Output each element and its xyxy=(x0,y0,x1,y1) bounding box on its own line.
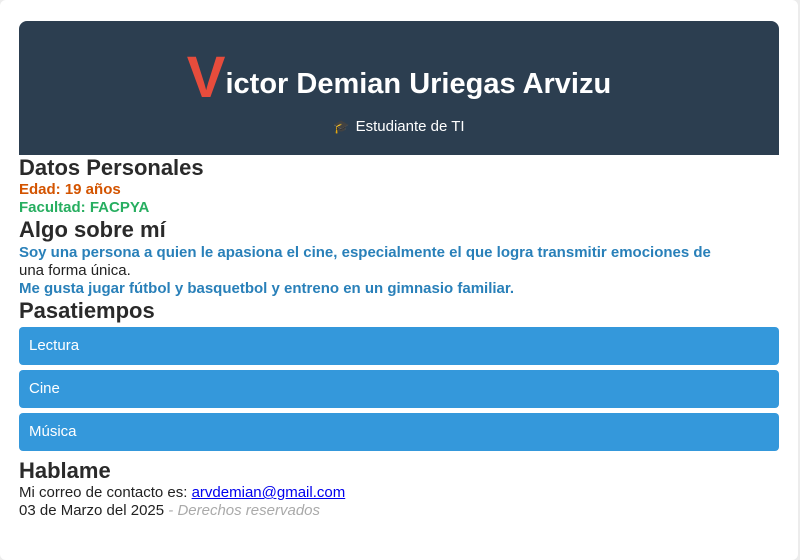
about-line1-bold: Soy una persona a quien le apasiona el c… xyxy=(19,244,711,261)
contact-section: Hablame Mi correo de contacto es: arvdem… xyxy=(19,456,777,520)
hobby-item-lectura[interactable]: Lectura xyxy=(19,327,779,365)
about-paragraph-1: Soy una persona a quien le apasiona el c… xyxy=(19,243,777,280)
hobby-item-cine[interactable]: Cine xyxy=(19,370,779,408)
contact-heading: Hablame xyxy=(19,458,111,483)
contact-text: Mi correo de contacto es: xyxy=(19,484,188,501)
subtitle: 🎓 Estudiante de TI xyxy=(19,118,779,135)
footer-line: 03 de Marzo del 2025 - Derechos reservad… xyxy=(19,502,777,520)
about-paragraph-2: Me gusta jugar fútbol y basquetbol y ent… xyxy=(19,280,515,297)
hobby-item-musica[interactable]: Música xyxy=(19,413,779,451)
personal-heading: Datos Personales xyxy=(19,155,204,180)
hobbies-heading: Pasatiempos xyxy=(19,298,155,323)
profile-header: Victor Demian Uriegas Arvizu 🎓 Estudiante… xyxy=(19,21,779,155)
graduation-cap-icon: 🎓 xyxy=(333,119,350,134)
about-line1-plain: una forma única. xyxy=(19,262,131,279)
page-card: Victor Demian Uriegas Arvizu 🎓 Estudiante… xyxy=(0,0,798,560)
hobbies-section: Pasatiempos Lectura Cine Música xyxy=(19,298,779,451)
footer-date: 03 de Marzo del 2025 xyxy=(19,502,165,519)
personal-section: Datos Personales Edad: 19 años Facultad:… xyxy=(19,155,777,217)
name-rest: ictor Demian Uriegas Arvizu xyxy=(225,68,612,100)
contact-line: Mi correo de contacto es: arvdemian@gmai… xyxy=(19,484,777,502)
footer-rights: - Derechos reservados xyxy=(168,502,321,519)
name-initial: V xyxy=(186,45,226,110)
faculty-text: Facultad: FACPYA xyxy=(19,199,150,216)
subtitle-text: Estudiante de TI xyxy=(355,118,465,135)
about-section: Algo sobre mí Soy una persona a quien le… xyxy=(19,217,777,298)
page-title: Victor Demian Uriegas Arvizu xyxy=(19,49,779,107)
email-link[interactable]: arvdemian@gmail.com xyxy=(192,484,346,501)
about-heading: Algo sobre mí xyxy=(19,217,166,242)
age-text: Edad: 19 años xyxy=(19,181,121,198)
